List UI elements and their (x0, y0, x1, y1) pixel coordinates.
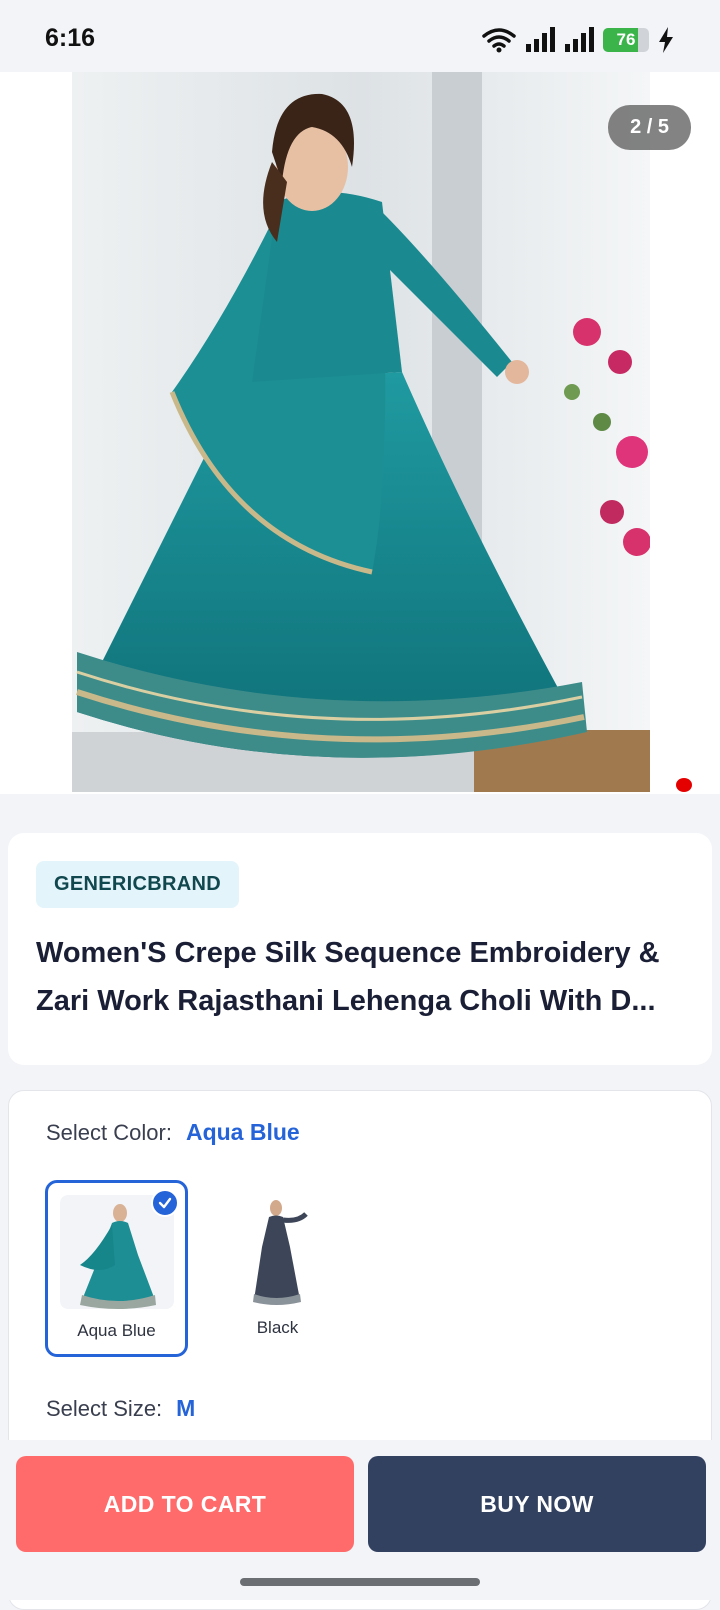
color-option-aqua-blue[interactable]: Aqua Blue (45, 1180, 188, 1357)
color-option-image (218, 1192, 332, 1306)
size-select-label: Select Size: (46, 1396, 163, 1421)
signal-icon (565, 27, 594, 52)
product-photo-illustration (72, 72, 650, 792)
product-image-gallery[interactable]: 2 / 5 (0, 72, 720, 794)
size-select-value: M (176, 1395, 196, 1421)
recording-indicator (676, 778, 692, 792)
signal-icon (526, 27, 555, 52)
color-option-label: Aqua Blue (77, 1321, 156, 1340)
color-select-row: Select Color: Aqua Blue (46, 1119, 300, 1146)
status-bar: 6:16 76 (0, 0, 720, 72)
status-time: 6:16 (45, 24, 96, 52)
product-title: Women'S Crepe Silk Sequence Embroidery &… (36, 937, 660, 1017)
charging-icon (659, 27, 673, 53)
brand-tag[interactable]: GENERICBRAND (36, 861, 239, 908)
buy-now-button[interactable]: BUY NOW (368, 1456, 706, 1552)
bottom-action-bar: ADD TO CART BUY NOW (0, 1440, 720, 1600)
selected-check-icon (151, 1189, 179, 1217)
home-indicator[interactable] (240, 1578, 480, 1586)
wifi-icon (482, 28, 516, 53)
status-icons: 76 (482, 27, 674, 53)
product-info-card: GENERICBRAND Women'S Crepe Silk Sequence… (8, 833, 712, 1065)
battery-icon: 76 (603, 28, 649, 52)
color-option-black[interactable]: Black (206, 1180, 349, 1357)
size-select-row: Select Size: M (46, 1395, 195, 1422)
battery-level: 76 (616, 30, 636, 49)
add-to-cart-button[interactable]: ADD TO CART (16, 1456, 354, 1552)
image-counter: 2 / 5 (608, 105, 691, 150)
product-photo[interactable] (72, 72, 650, 792)
color-select-label: Select Color: (46, 1120, 172, 1145)
color-select-value: Aqua Blue (185, 1119, 300, 1145)
color-option-label: Black (256, 1318, 299, 1337)
